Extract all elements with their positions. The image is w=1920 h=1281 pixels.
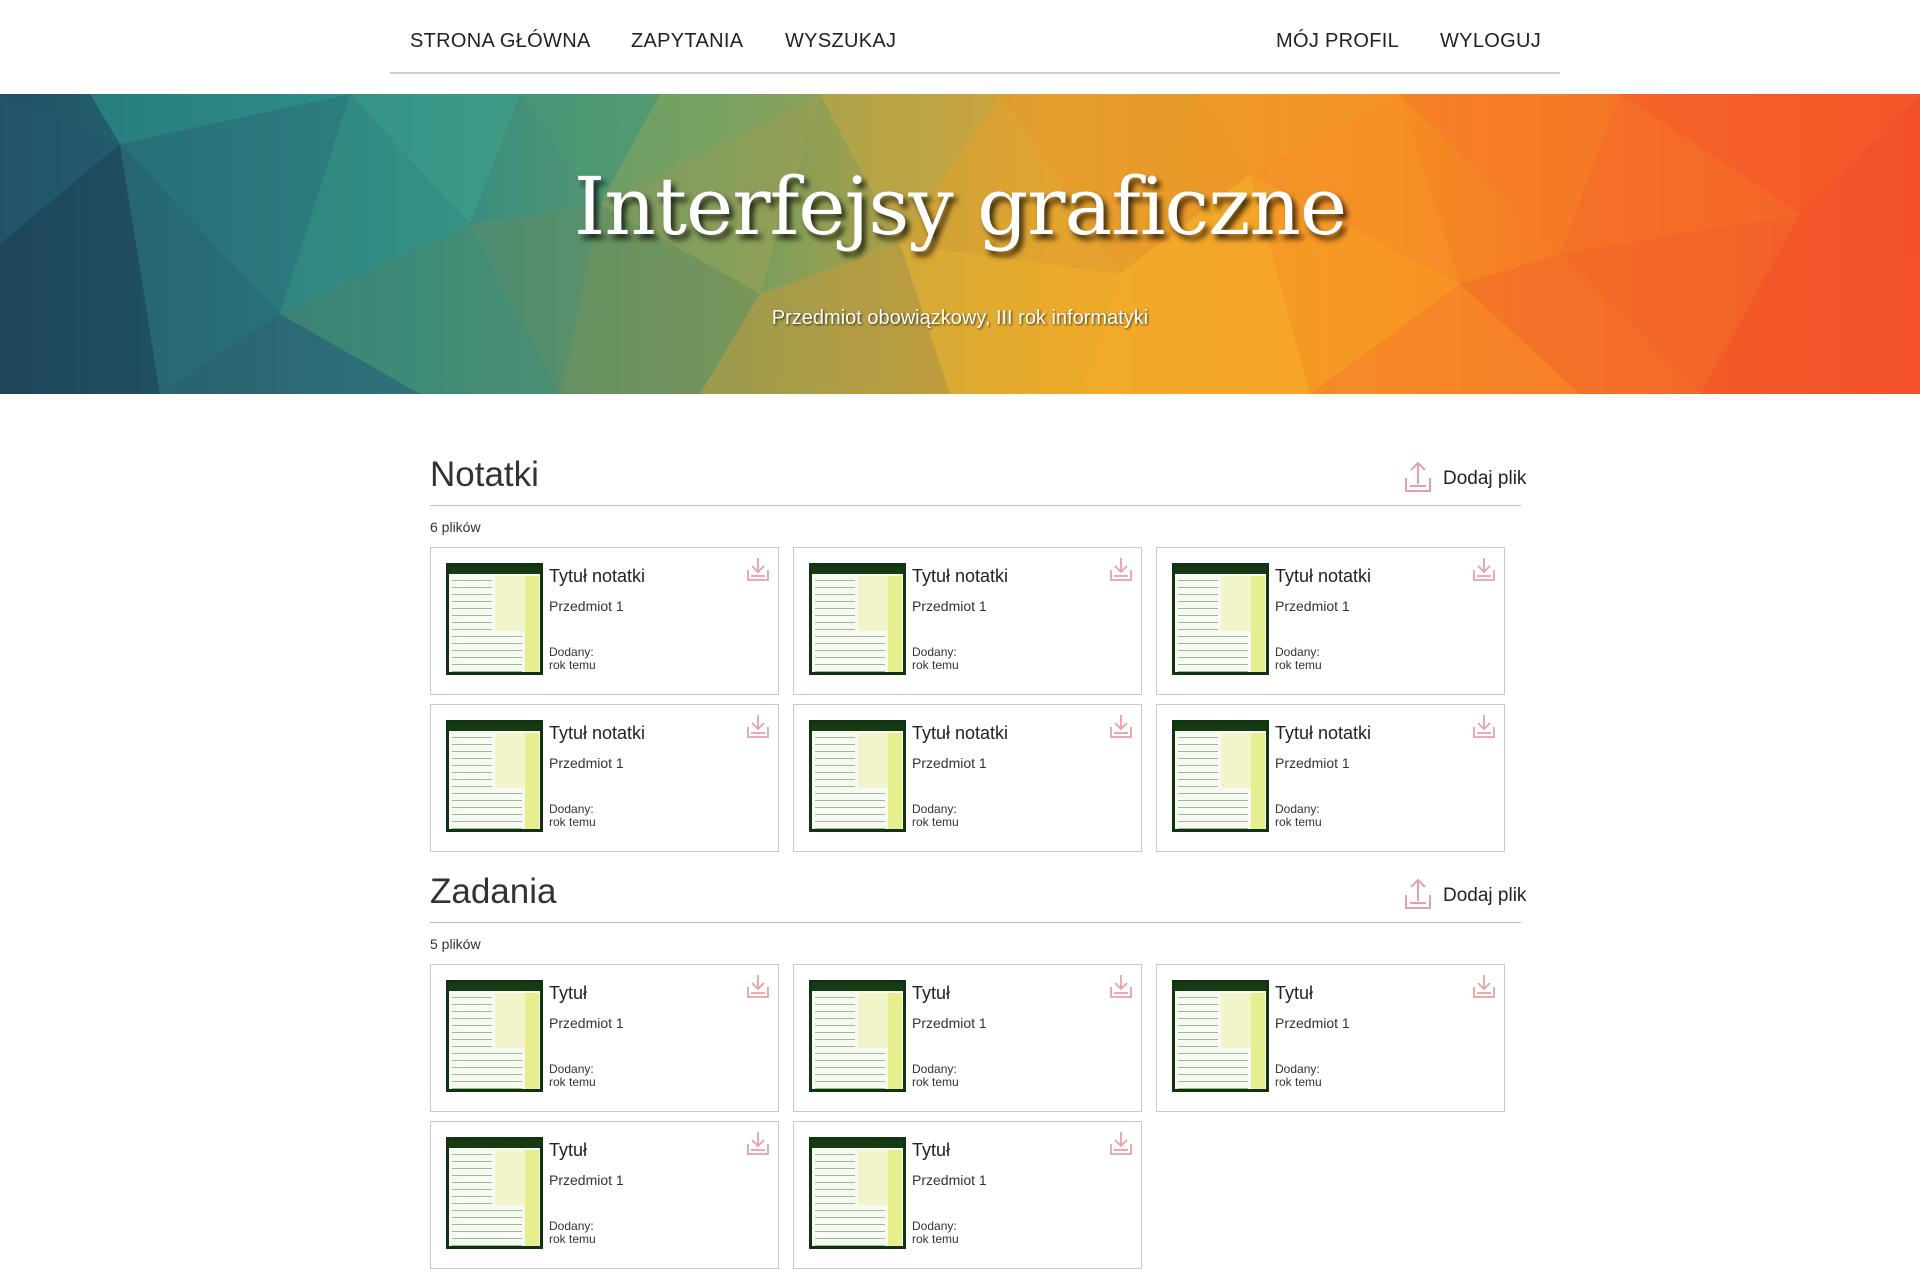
file-added-label: Dodany: — [912, 802, 957, 816]
document-thumbnail — [809, 1137, 906, 1249]
section-title-notes: Notatki — [430, 455, 539, 494]
section-title-tasks: Zadania — [430, 872, 557, 911]
document-thumbnail — [446, 563, 543, 675]
file-added-label: Dodany: — [549, 1062, 594, 1076]
upload-icon — [1405, 878, 1431, 909]
upload-icon — [1405, 461, 1431, 492]
file-subject: Przedmiot 1 — [1275, 755, 1350, 771]
file-title: Tytuł notatki — [912, 723, 1009, 743]
file-subject: Przedmiot 1 — [912, 598, 987, 614]
file-card[interactable]: Tytuł Przedmiot 1 Dodany: rok temu — [430, 1121, 779, 1269]
document-thumbnail — [809, 563, 906, 675]
download-icon[interactable] — [1472, 973, 1496, 999]
file-added-date: rok temu — [912, 658, 959, 672]
file-title: Tytuł notatki — [912, 566, 1009, 586]
file-added-label: Dodany: — [912, 1062, 957, 1076]
file-added-label: Dodany: — [1275, 645, 1320, 659]
file-card[interactable]: Tytuł notatki Przedmiot 1 Dodany: rok temu — [793, 704, 1142, 852]
tasks-file-count: 5 plików — [430, 936, 481, 952]
file-added-label: Dodany: — [1275, 1062, 1320, 1076]
download-icon[interactable] — [746, 973, 770, 999]
file-added-label: Dodany: — [912, 645, 957, 659]
nav-logout-link[interactable]: WYLOGUJ — [1440, 30, 1541, 53]
section-divider — [430, 505, 1521, 506]
file-added-date: rok temu — [549, 1075, 596, 1089]
document-thumbnail — [446, 720, 543, 832]
file-title: Tytuł notatki — [549, 723, 646, 743]
file-subject: Przedmiot 1 — [1275, 1015, 1350, 1031]
file-added-date: rok temu — [549, 1232, 596, 1246]
hero-title: Interfejsy graficzne — [573, 160, 1347, 253]
file-added-date: rok temu — [912, 1232, 959, 1246]
file-subject: Przedmiot 1 — [549, 598, 624, 614]
nav-queries-link[interactable]: ZAPYTANIA — [631, 30, 743, 53]
nav-search-link[interactable]: WYSZUKAJ — [785, 30, 896, 53]
download-icon[interactable] — [746, 556, 770, 582]
file-title: Tytuł notatki — [1275, 566, 1372, 586]
document-thumbnail — [1172, 720, 1269, 832]
file-added-date: rok temu — [1275, 815, 1322, 829]
section-divider — [430, 922, 1521, 923]
hero-subtitle: Przedmiot obowiązkowy, III rok informaty… — [771, 307, 1149, 329]
file-title: Tytuł — [1275, 983, 1314, 1003]
file-added-date: rok temu — [549, 815, 596, 829]
file-subject: Przedmiot 1 — [549, 1015, 624, 1031]
file-title: Tytuł — [912, 1140, 951, 1160]
document-thumbnail — [446, 1137, 543, 1249]
file-title: Tytuł — [912, 983, 951, 1003]
download-icon[interactable] — [1109, 1130, 1133, 1156]
file-added-label: Dodany: — [549, 1219, 594, 1233]
file-added-date: rok temu — [912, 1075, 959, 1089]
file-title: Tytuł notatki — [549, 566, 646, 586]
file-card[interactable]: Tytuł Przedmiot 1 Dodany: rok temu — [1156, 964, 1505, 1112]
file-card[interactable]: Tytuł Przedmiot 1 Dodany: rok temu — [793, 964, 1142, 1112]
file-added-date: rok temu — [1275, 1075, 1322, 1089]
nav-home-link[interactable]: STRONA GŁÓWNA — [410, 30, 591, 53]
file-subject: Przedmiot 1 — [1275, 598, 1350, 614]
file-title: Tytuł notatki — [1275, 723, 1372, 743]
document-thumbnail — [1172, 980, 1269, 1092]
file-title: Tytuł — [549, 1140, 588, 1160]
file-added-label: Dodany: — [912, 1219, 957, 1233]
notes-file-count: 6 plików — [430, 519, 481, 535]
file-subject: Przedmiot 1 — [549, 1172, 624, 1188]
file-subject: Przedmiot 1 — [912, 1015, 987, 1031]
file-card[interactable]: Tytuł notatki Przedmiot 1 Dodany: rok temu — [1156, 547, 1505, 695]
file-subject: Przedmiot 1 — [549, 755, 624, 771]
document-thumbnail — [809, 720, 906, 832]
file-added-label: Dodany: — [1275, 802, 1320, 816]
download-icon[interactable] — [746, 1130, 770, 1156]
document-thumbnail — [1172, 563, 1269, 675]
download-icon[interactable] — [1109, 713, 1133, 739]
add-note-file-label: Dodaj plik — [1443, 468, 1527, 489]
file-added-date: rok temu — [549, 658, 596, 672]
file-added-date: rok temu — [1275, 658, 1322, 672]
file-subject: Przedmiot 1 — [912, 1172, 987, 1188]
download-icon[interactable] — [1109, 973, 1133, 999]
nav-profile-link[interactable]: MÓJ PROFIL — [1276, 30, 1399, 53]
file-added-date: rok temu — [912, 815, 959, 829]
file-title: Tytuł — [549, 983, 588, 1003]
file-subject: Przedmiot 1 — [912, 755, 987, 771]
file-added-label: Dodany: — [549, 802, 594, 816]
file-card[interactable]: Tytuł notatki Przedmiot 1 Dodany: rok temu — [1156, 704, 1505, 852]
file-card[interactable]: Tytuł Przedmiot 1 Dodany: rok temu — [430, 964, 779, 1112]
download-icon[interactable] — [1472, 713, 1496, 739]
file-card[interactable]: Tytuł notatki Przedmiot 1 Dodany: rok temu — [430, 547, 779, 695]
file-added-label: Dodany: — [549, 645, 594, 659]
document-thumbnail — [446, 980, 543, 1092]
file-card[interactable]: Tytuł Przedmiot 1 Dodany: rok temu — [793, 1121, 1142, 1269]
add-task-file-label: Dodaj plik — [1443, 885, 1527, 906]
download-icon[interactable] — [1109, 556, 1133, 582]
file-card[interactable]: Tytuł notatki Przedmiot 1 Dodany: rok temu — [430, 704, 779, 852]
download-icon[interactable] — [746, 713, 770, 739]
document-thumbnail — [809, 980, 906, 1092]
top-nav: STRONA GŁÓWNA ZAPYTANIA WYSZUKAJ MÓJ PRO… — [390, 0, 1560, 74]
download-icon[interactable] — [1472, 556, 1496, 582]
file-card[interactable]: Tytuł notatki Przedmiot 1 Dodany: rok temu — [793, 547, 1142, 695]
